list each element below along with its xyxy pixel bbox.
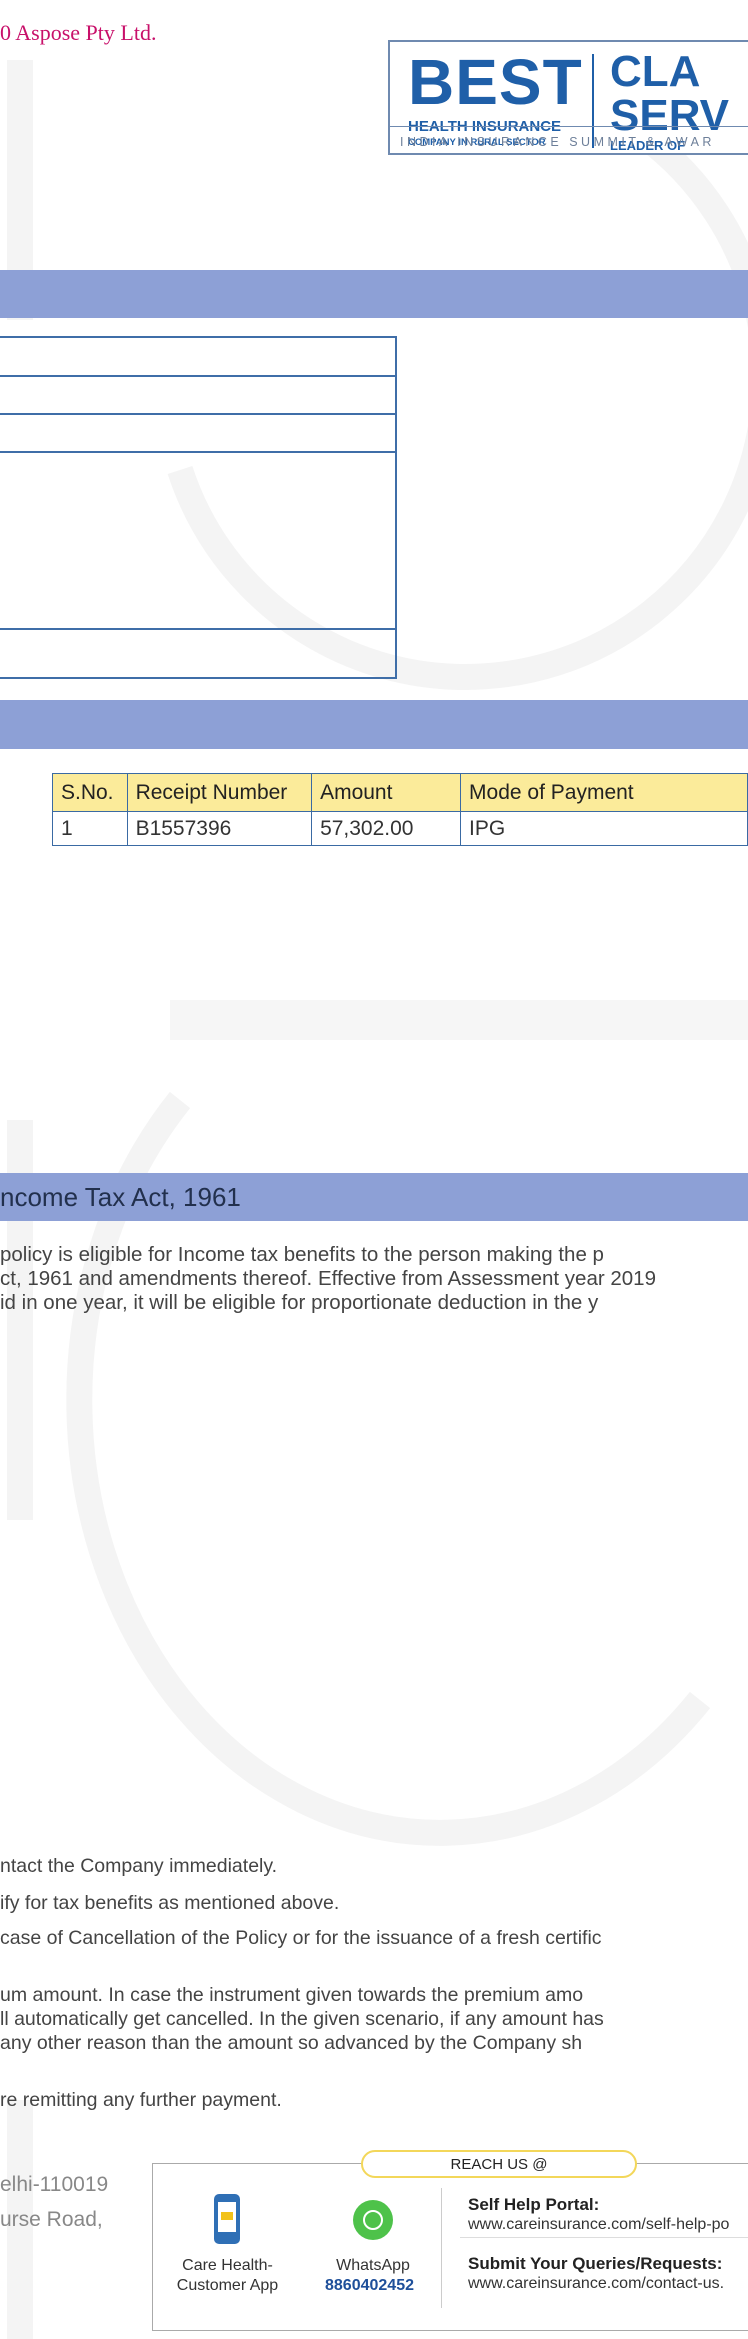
- tax-text-line-2: ct, 1961 and amendments thereof. Effecti…: [0, 1267, 656, 1290]
- whatsapp-number[interactable]: 8860402452: [325, 2277, 414, 2295]
- reach-us-divider: [441, 2188, 442, 2308]
- section-band-2: [0, 700, 748, 749]
- section-band-1: [0, 270, 748, 318]
- tax-text-line-3: id in one year, it will be eligible for …: [0, 1291, 599, 1314]
- reach-us-separator: [460, 2237, 748, 2238]
- tax-text-line-1: policy is eligible for Income tax benefi…: [0, 1243, 604, 1266]
- info-box-row-2: [0, 375, 397, 415]
- col-mode-of-payment: Mode of Payment: [460, 773, 748, 812]
- award-cla-text: CLA: [610, 47, 701, 96]
- reach-us-title: REACH US @: [450, 2156, 548, 2173]
- whatsapp-icon[interactable]: [353, 2200, 393, 2240]
- note-line-4: um amount. In case the instrument given …: [0, 1984, 584, 2006]
- table-row: 1 B1557396 57,302.00 IPG: [52, 811, 748, 846]
- award-summit-strip: INDIA INSURANCE SUMMIT & AWAR: [388, 126, 748, 157]
- note-line-5: ll automatically get cancelled. In the g…: [0, 2008, 604, 2030]
- note-line-2: ify for tax benefits as mentioned above.: [0, 1892, 340, 1914]
- queries-title: Submit Your Queries/Requests:: [468, 2254, 723, 2273]
- cell-sno: 1: [52, 811, 128, 846]
- note-line-3: case of Cancellation of the Policy or fo…: [0, 1927, 602, 1949]
- section-band-tax: ncome Tax Act, 1961: [0, 1173, 748, 1221]
- info-box-row-1: [0, 336, 397, 377]
- cell-mode-of-payment: IPG: [460, 811, 748, 846]
- app-label-line-1: Care Health-: [182, 2257, 273, 2274]
- info-box-row-3: [0, 413, 397, 453]
- cell-amount: 57,302.00: [311, 811, 462, 846]
- award-summit-text: INDIA INSURANCE SUMMIT & AWAR: [400, 135, 715, 149]
- receipts-header-row: S.No. Receipt Number Amount Mode of Paym…: [52, 773, 748, 812]
- whatsapp-label: WhatsApp: [336, 2257, 410, 2274]
- self-help-url[interactable]: www.careinsurance.com/self-help-po: [468, 2216, 729, 2234]
- app-label-line-2: Customer App: [176, 2277, 279, 2294]
- address-line-2: urse Road,: [0, 2208, 103, 2231]
- award-best-text: BEST: [408, 46, 583, 118]
- reach-us-pill: REACH US @: [361, 2150, 637, 2178]
- col-receipt-number: Receipt Number: [126, 773, 313, 812]
- cell-receipt-number: B1557396: [126, 811, 313, 846]
- info-box-row-5: [0, 628, 397, 679]
- tax-section-title: ncome Tax Act, 1961: [0, 1182, 241, 1212]
- note-line-1: ntact the Company immediately.: [0, 1855, 278, 1877]
- queries-url[interactable]: www.careinsurance.com/contact-us.: [468, 2275, 724, 2293]
- address-line-1: elhi-110019: [0, 2173, 109, 2196]
- evaluation-notice: 0 Aspose Pty Ltd.: [0, 20, 157, 45]
- col-sno: S.No.: [52, 773, 128, 812]
- note-line-7: re remitting any further payment.: [0, 2089, 282, 2111]
- col-amount: Amount: [311, 773, 462, 812]
- note-line-6: any other reason than the amount so adva…: [0, 2032, 583, 2054]
- mobile-app-icon[interactable]: [214, 2194, 240, 2244]
- info-box-large: [0, 451, 397, 630]
- self-help-title: Self Help Portal:: [468, 2195, 600, 2214]
- reach-us-box: [152, 2163, 748, 2331]
- receipts-table: S.No. Receipt Number Amount Mode of Paym…: [52, 773, 748, 846]
